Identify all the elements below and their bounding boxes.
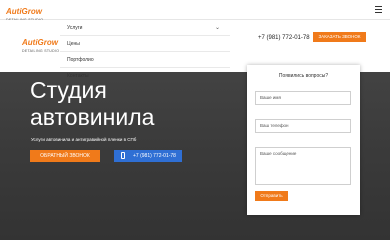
top-bar: AutiGrow DETAILING STUDIO: [0, 0, 390, 22]
logo[interactable]: AutiGrow DETAILING STUDIO: [22, 33, 59, 54]
phone-icon: [121, 152, 125, 160]
name-field[interactable]: Ваше имя: [255, 91, 351, 105]
logo-brand: AutiGrow: [22, 38, 58, 47]
menu-item-label: Портфолио: [67, 57, 94, 63]
phone-button[interactable]: +7 (981) 772-01-78: [114, 150, 182, 162]
callback-button[interactable]: ОБРАТНЫЙ ЗВОНОК: [30, 150, 100, 162]
header-phone[interactable]: +7 (981) 772-01-78: [258, 35, 310, 41]
message-field[interactable]: Ваше сообщение: [255, 147, 351, 185]
chevron-down-icon[interactable]: ⌄: [215, 20, 220, 36]
hero-title-line1: Студия: [30, 77, 107, 103]
logo-tagline: DETAILING STUDIO: [22, 49, 60, 53]
nav-menu: Услуги ⌄ Цены Портфолио Контакты: [60, 20, 230, 84]
submit-button[interactable]: Отправить: [255, 191, 288, 201]
menu-item-label: Цены: [67, 41, 80, 47]
hero-subtitle: Услуги автовинила и антигравийной пленки…: [31, 137, 137, 142]
contact-form: Появились вопросы? Ваше имя Ваш телефон …: [247, 65, 360, 215]
form-title: Появились вопросы?: [278, 73, 329, 79]
phone-field[interactable]: Ваш телефон: [255, 119, 351, 133]
menu-item-prices[interactable]: Цены: [60, 36, 230, 52]
hamburger-menu-icon[interactable]: [375, 6, 382, 13]
hero-title-line2: автовинила: [30, 104, 155, 130]
logo-brand: AutiGrow: [6, 7, 42, 16]
menu-item-services[interactable]: Услуги ⌄: [60, 20, 230, 36]
hero-title: Студия автовинила: [30, 77, 154, 131]
phone-button-label: +7 (981) 772-01-78: [133, 153, 176, 159]
menu-item-portfolio[interactable]: Портфолио: [60, 52, 230, 68]
menu-item-label: Услуги: [67, 25, 83, 31]
order-call-button[interactable]: ЗАКАЗАТЬ ЗВОНОК: [313, 32, 366, 42]
